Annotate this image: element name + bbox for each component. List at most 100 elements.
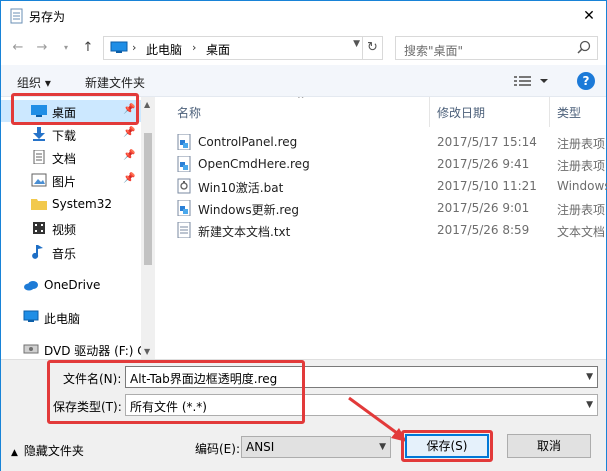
download-icon [33, 127, 45, 141]
recent-locations-icon[interactable]: ▾ [57, 40, 75, 56]
breadcrumb-separator: › [192, 41, 197, 54]
file-row[interactable]: OpenCmdHere.reg 2017/5/26 9:41 注册表项 [167, 153, 607, 175]
computer-icon [110, 41, 128, 53]
sidebar-item-label: DVD 驱动器 (F:) C [44, 344, 146, 358]
video-icon [33, 222, 45, 234]
file-type: 注册表项 [557, 203, 606, 217]
scroll-up-icon[interactable]: ▲ [144, 100, 150, 109]
file-date: 2017/5/26 9:41 [437, 157, 530, 171]
sidebar-item-documents[interactable]: 文档 📌 [1, 146, 141, 168]
dvd-icon [23, 344, 39, 354]
sidebar-item-label: 视频 [52, 223, 77, 237]
bat-file-icon [177, 178, 191, 194]
file-name: Win10激活.bat [198, 181, 284, 195]
file-name: 新建文本文档.txt [198, 225, 291, 239]
folder-icon [31, 199, 47, 210]
annotation-box-fields [47, 360, 305, 424]
sidebar-item-label: 下载 [52, 129, 77, 143]
file-type: Windows [557, 179, 607, 193]
reg-file-icon [177, 156, 191, 172]
new-folder-button[interactable]: 新建文件夹 [85, 74, 145, 91]
breadcrumb-desktop[interactable]: 桌面 [206, 41, 230, 58]
address-row: ← → ▾ ↑ › 此电脑 › 桌面 ▼ ↻ 搜索"桌面" [1, 31, 606, 65]
save-options-panel: 文件名(N): Alt-Tab界面边框透明度.reg ▼ 保存类型(T): 所有… [1, 359, 606, 471]
sidebar-item-label: OneDrive [44, 278, 101, 292]
organize-button[interactable]: 组织 ▾ [17, 74, 51, 91]
breadcrumb-this-pc[interactable]: 此电脑 [146, 41, 182, 58]
file-row[interactable]: Windows更新.reg 2017/5/26 9:01 注册表项 [167, 197, 607, 219]
window-title: 另存为 [29, 10, 66, 24]
file-type: 注册表项 [557, 159, 606, 173]
file-name: Windows更新.reg [198, 203, 300, 217]
search-icon [577, 40, 591, 54]
cloud-icon [24, 281, 38, 291]
file-name: OpenCmdHere.reg [198, 157, 310, 171]
file-date: 2017/5/10 11:21 [437, 179, 537, 193]
hide-folders-label: 隐藏文件夹 [23, 444, 84, 458]
scroll-down-icon[interactable]: ▼ [144, 347, 150, 356]
file-row[interactable]: 新建文本文档.txt 2017/5/26 8:59 文本文档 [167, 219, 607, 241]
sidebar-item-label: 图片 [52, 175, 77, 189]
close-button[interactable]: ✕ [572, 1, 606, 31]
sidebar-item-dvd[interactable]: DVD 驱动器 (F:) C [1, 338, 146, 359]
sidebar-item-downloads[interactable]: 下载 📌 [1, 123, 141, 145]
sidebar-item-pictures[interactable]: 图片 📌 [1, 169, 141, 191]
sidebar-item-label: 此电脑 [44, 312, 81, 326]
sidebar-item-this-pc[interactable]: 此电脑 [1, 306, 141, 328]
chevron-down-icon[interactable]: ▼ [586, 372, 593, 382]
file-date: 2017/5/26 9:01 [437, 201, 530, 215]
reg-file-icon [177, 200, 191, 216]
column-divider[interactable] [549, 97, 550, 127]
file-row[interactable]: Win10激活.bat 2017/5/10 11:21 Windows [167, 175, 607, 197]
column-header-date[interactable]: 修改日期 [437, 104, 485, 121]
column-header-name[interactable]: 名称 [177, 104, 201, 121]
sidebar-item-label: System32 [52, 197, 113, 211]
sidebar-item-music[interactable]: 音乐 [1, 241, 141, 263]
nav-scrollbar[interactable]: ▲ ▼ [141, 97, 155, 359]
sidebar-item-onedrive[interactable]: OneDrive [1, 274, 141, 296]
scroll-thumb[interactable] [144, 133, 152, 265]
sidebar-item-system32[interactable]: System32 [1, 193, 141, 215]
pin-icon: 📌 [123, 150, 136, 161]
sidebar-item-videos[interactable]: 视频 [1, 217, 141, 239]
refresh-icon[interactable]: ↻ [362, 37, 382, 59]
sidebar-item-label: 文档 [52, 152, 77, 166]
help-icon[interactable]: ? [577, 72, 595, 90]
up-arrow-icon[interactable]: ↑ [79, 40, 97, 56]
save-as-dialog: 另存为 ✕ ← → ▾ ↑ › 此电脑 › 桌面 ▼ ↻ 搜索"桌面" 组织 ▾… [0, 0, 607, 471]
forward-arrow-icon[interactable]: → [33, 40, 51, 56]
back-arrow-icon[interactable]: ← [9, 40, 27, 56]
view-options-icon[interactable] [513, 73, 553, 89]
file-date: 2017/5/26 8:59 [437, 223, 530, 237]
chevron-up-icon: ▲ [11, 448, 18, 458]
computer-icon [23, 310, 39, 322]
encoding-value: ANSI [246, 440, 275, 454]
encoding-label: 编码(E): [195, 442, 240, 456]
file-type: 文本文档 [557, 225, 606, 239]
chevron-down-icon[interactable]: ▼ [586, 400, 593, 410]
pin-icon: 📌 [123, 173, 136, 184]
search-placeholder: 搜索"桌面" [404, 44, 464, 58]
music-icon [32, 245, 43, 259]
reg-file-icon [177, 134, 191, 150]
breadcrumb-separator: › [132, 41, 137, 54]
picture-icon [31, 173, 47, 187]
column-header-type[interactable]: 类型 [557, 104, 581, 121]
hide-folders-toggle[interactable]: ▲ 隐藏文件夹 [11, 442, 84, 459]
column-divider[interactable] [429, 97, 430, 127]
sidebar-item-label: 音乐 [52, 247, 77, 261]
file-date: 2017/5/17 15:14 [437, 135, 537, 149]
sort-ascending-icon: ^ [297, 97, 305, 105]
document-icon [33, 150, 45, 164]
search-input[interactable]: 搜索"桌面" [395, 36, 598, 60]
notepad-icon [10, 8, 23, 24]
chevron-down-icon[interactable]: ▼ [353, 39, 360, 49]
file-type: 注册表项 [557, 137, 606, 151]
cancel-button[interactable]: 取消 [507, 434, 591, 458]
address-bar[interactable]: › 此电脑 › 桌面 ▼ ↻ [103, 36, 383, 60]
file-list: ^ 名称 修改日期 类型 ControlPanel.reg 2017/5/17 … [167, 97, 607, 359]
txt-file-icon [177, 222, 191, 238]
pin-icon: 📌 [123, 127, 136, 138]
file-row[interactable]: ControlPanel.reg 2017/5/17 15:14 注册表项 [167, 131, 607, 153]
title-bar: 另存为 ✕ [1, 1, 606, 31]
